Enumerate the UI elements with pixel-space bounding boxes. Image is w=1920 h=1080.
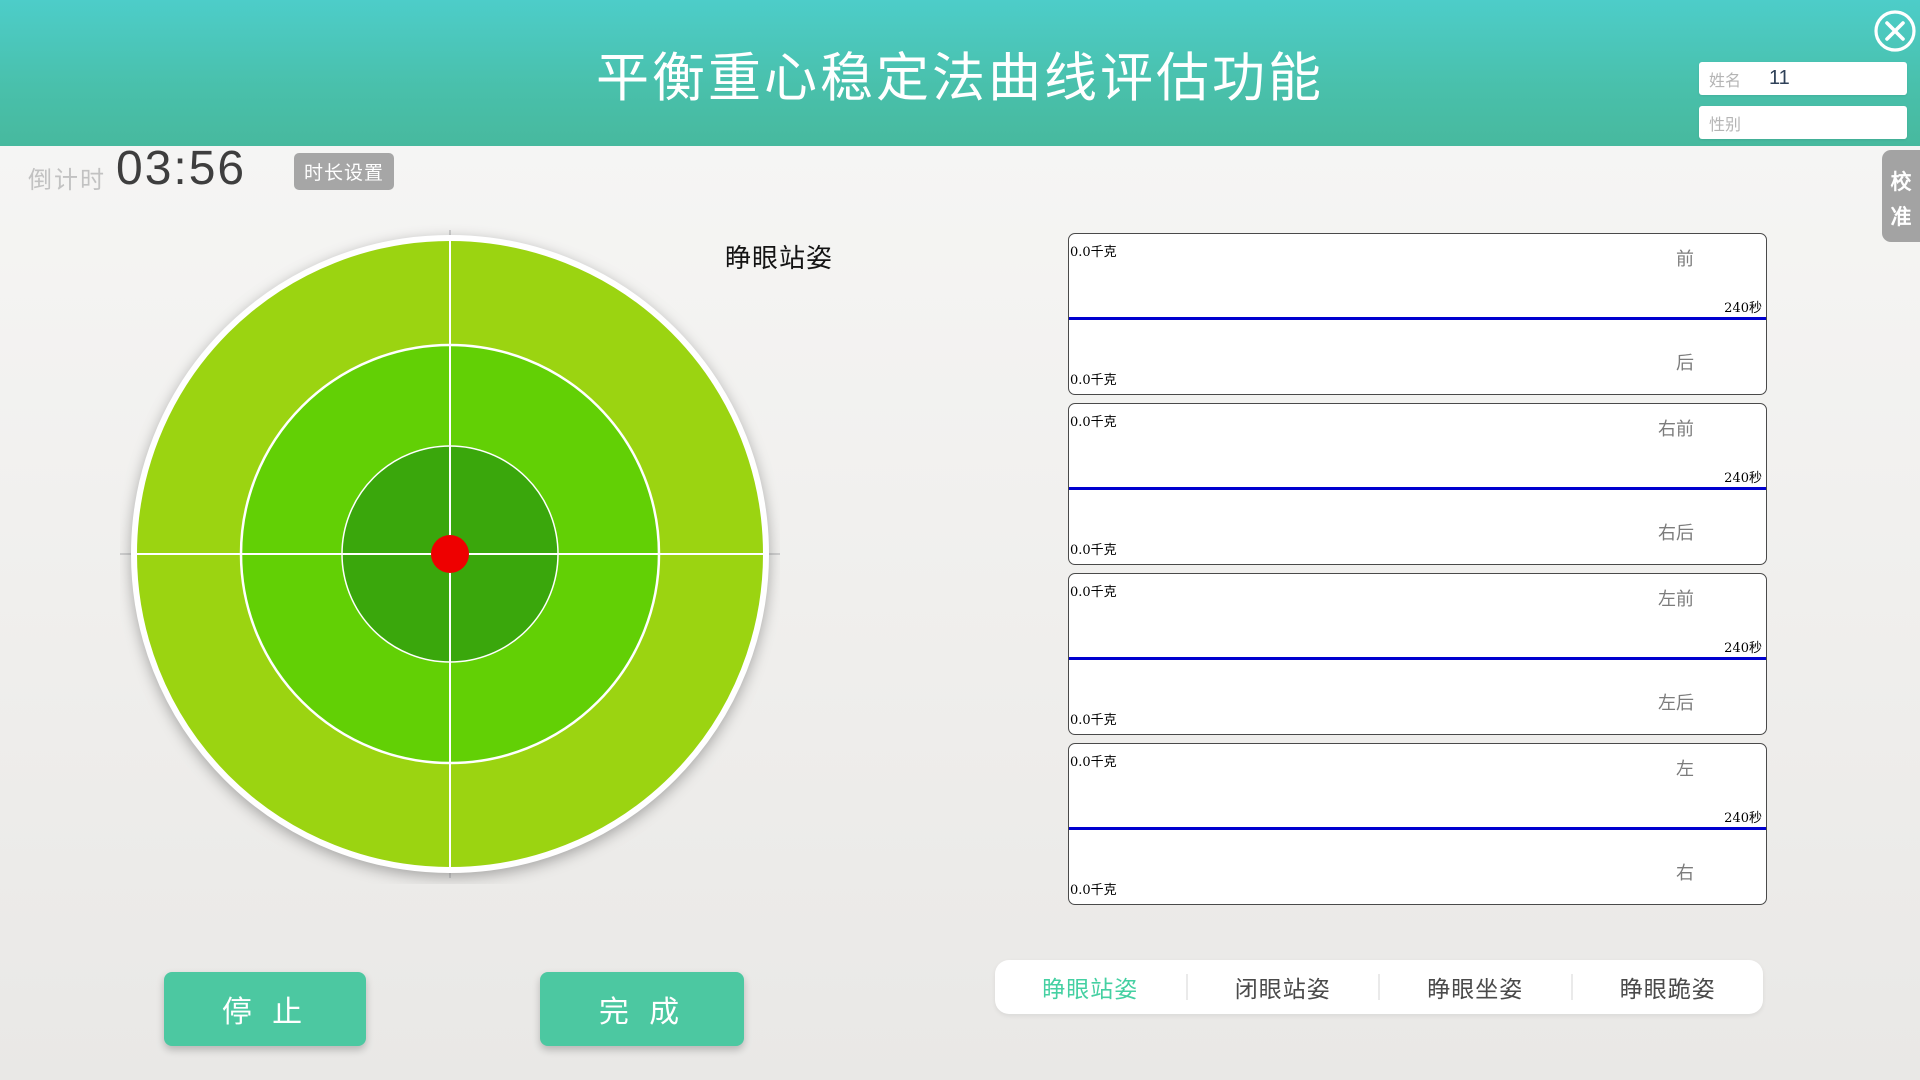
header-bar: 平衡重心稳定法曲线评估功能 姓名 11 性别 xyxy=(0,0,1920,146)
time-axis-label: 240秒 xyxy=(1724,297,1762,316)
direction-label: 右后 xyxy=(1658,519,1694,545)
zero-line xyxy=(1069,487,1766,490)
zero-line xyxy=(1069,827,1766,830)
weight-value: 0.0千克 xyxy=(1070,411,1117,430)
center-of-gravity-dot xyxy=(431,535,469,573)
countdown-value: 03:56 xyxy=(116,141,246,196)
calibrate-button[interactable]: 校准 xyxy=(1882,150,1920,242)
weight-value: 0.0千克 xyxy=(1070,751,1117,770)
circle-x-icon xyxy=(1872,8,1918,54)
weight-value: 0.0千克 xyxy=(1070,879,1117,898)
weight-value: 0.0千克 xyxy=(1070,369,1117,388)
direction-label: 左后 xyxy=(1658,689,1694,715)
direction-label: 后 xyxy=(1676,349,1694,375)
balance-target xyxy=(120,224,780,884)
stop-button[interactable]: 停 止 xyxy=(164,972,366,1046)
gender-field[interactable]: 性别 xyxy=(1699,106,1907,139)
posture-tabbar: 睁眼站姿 闭眼站姿 睁眼坐姿 睁眼跪姿 xyxy=(995,960,1763,1014)
page-title: 平衡重心稳定法曲线评估功能 xyxy=(0,36,1920,112)
name-field-label: 姓名 xyxy=(1699,67,1741,91)
force-panel-rightfront-rightback: 0.0千克 右前 240秒 右后 0.0千克 xyxy=(1068,403,1767,565)
direction-label: 左 xyxy=(1676,755,1694,781)
direction-label: 前 xyxy=(1676,245,1694,271)
weight-value: 0.0千克 xyxy=(1070,709,1117,728)
name-field-value: 11 xyxy=(1769,67,1790,90)
countdown-label: 倒计时 xyxy=(28,160,106,195)
weight-value: 0.0千克 xyxy=(1070,539,1117,558)
zero-line xyxy=(1069,317,1766,320)
weight-value: 0.0千克 xyxy=(1070,241,1117,260)
direction-label: 右前 xyxy=(1658,415,1694,441)
force-panel-left-right: 0.0千克 左 240秒 右 0.0千克 xyxy=(1068,743,1767,905)
duration-settings-button[interactable]: 时长设置 xyxy=(294,153,394,190)
time-axis-label: 240秒 xyxy=(1724,467,1762,486)
force-panel-front-back: 0.0千克 前 240秒 后 0.0千克 xyxy=(1068,233,1767,395)
tab-eyes-closed-standing[interactable]: 闭眼站姿 xyxy=(1188,960,1379,1014)
direction-label: 左前 xyxy=(1658,585,1694,611)
tab-eyes-open-standing[interactable]: 睁眼站姿 xyxy=(995,960,1186,1014)
force-panel-leftfront-leftback: 0.0千克 左前 240秒 左后 0.0千克 xyxy=(1068,573,1767,735)
name-field[interactable]: 姓名 11 xyxy=(1699,62,1907,95)
direction-label: 右 xyxy=(1676,859,1694,885)
gender-field-label: 性别 xyxy=(1699,111,1741,135)
time-axis-label: 240秒 xyxy=(1724,807,1762,826)
weight-value: 0.0千克 xyxy=(1070,581,1117,600)
tab-eyes-open-kneeling[interactable]: 睁眼跪姿 xyxy=(1573,960,1764,1014)
zero-line xyxy=(1069,657,1766,660)
close-button[interactable] xyxy=(1872,8,1918,54)
finish-button[interactable]: 完 成 xyxy=(540,972,744,1046)
tab-eyes-open-sitting[interactable]: 睁眼坐姿 xyxy=(1380,960,1571,1014)
time-axis-label: 240秒 xyxy=(1724,637,1762,656)
